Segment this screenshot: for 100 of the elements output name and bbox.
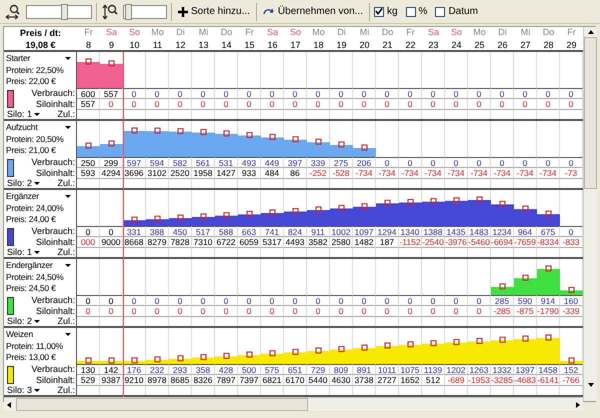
- date-label: 16: [267, 40, 278, 50]
- date-label: 11: [152, 40, 162, 50]
- consumption-value: 597: [126, 158, 142, 168]
- dropdown-arrow-icon[interactable]: [65, 195, 71, 198]
- scroll-left-icon[interactable]: [7, 402, 11, 408]
- consumption-value: 0: [224, 88, 228, 98]
- date-label: 25: [474, 40, 484, 50]
- consumption-value: 0: [86, 296, 90, 306]
- row-label: Zul.:: [57, 110, 75, 119]
- consumption-value: 428: [218, 364, 234, 374]
- consumption-value: 809: [334, 364, 348, 374]
- silo-content-value: 0: [408, 306, 412, 316]
- row-label: Zul.:: [57, 386, 75, 395]
- silo-content-value: 1482: [354, 237, 374, 247]
- consumption-value: 1202: [446, 364, 466, 374]
- copy-from-button[interactable]: Übernehmen von...: [260, 4, 365, 19]
- vertical-zoom-icon[interactable]: [101, 2, 119, 20]
- silo-content-value: 7897: [216, 375, 236, 385]
- protein-text: Protein: 20,50%: [6, 134, 64, 145]
- color-swatch[interactable]: [7, 228, 14, 246]
- consumption-value: 911: [311, 226, 325, 236]
- consumption-value: 1483: [470, 226, 488, 236]
- plus-icon: [178, 6, 188, 16]
- row-label: Zul.:: [57, 248, 75, 257]
- silo-dropdown[interactable]: Silo: 2: [7, 317, 44, 326]
- color-swatch[interactable]: [7, 297, 14, 315]
- silo-content-value: -339: [562, 306, 580, 316]
- consumption-value: 1011: [378, 364, 396, 374]
- consumption-value: 891: [356, 364, 372, 374]
- dropdown-arrow-icon[interactable]: [65, 264, 71, 268]
- consumption-value: 0: [546, 158, 550, 168]
- consumption-value: 594: [150, 158, 164, 168]
- silo-content-value: 0: [476, 99, 482, 109]
- silo-content-value: 0: [338, 306, 344, 316]
- silo-content-value: 0: [338, 99, 344, 109]
- silo-content-value: 0: [522, 99, 528, 109]
- option-checkbox[interactable]: %: [406, 6, 428, 17]
- consumption-value: 130: [80, 364, 96, 374]
- silo-content-value: -285: [493, 306, 510, 316]
- consumption-value: 0: [270, 88, 274, 98]
- silo-content-value: 187: [380, 237, 394, 247]
- silo-content-value: 3696: [124, 168, 144, 178]
- silo-content-value: 0: [224, 306, 228, 316]
- protein-text: Protein: 22,50%: [6, 64, 64, 76]
- weekday-label: Mo: [151, 27, 164, 37]
- silo-content-value: 0: [384, 99, 390, 109]
- vertical-scrollbar[interactable]: [583, 27, 597, 401]
- silo-dropdown[interactable]: Silo: 1: [7, 248, 44, 257]
- silo-content-value: 0: [316, 99, 320, 109]
- consumption-value: 339: [310, 158, 326, 168]
- option-checkbox[interactable]: kg: [374, 6, 398, 17]
- consumption-value: 1294: [378, 226, 396, 236]
- consumption-value: 388: [150, 226, 164, 236]
- feed-name: Starter: [6, 53, 30, 64]
- consumption-value: 1340: [400, 226, 420, 236]
- silo-dropdown[interactable]: Silo: 1: [7, 110, 44, 119]
- consumption-value: 590: [518, 296, 532, 306]
- date-label: 21: [382, 40, 392, 50]
- color-swatch[interactable]: [7, 90, 14, 108]
- horizontal-zoom-slider[interactable]: [26, 4, 92, 18]
- weekday-label: Fr: [567, 27, 576, 37]
- add-variety-button[interactable]: Sorte hinzu...: [176, 4, 252, 19]
- consumption-value: 0: [292, 296, 298, 306]
- silo-dropdown[interactable]: Silo: 3: [7, 386, 44, 395]
- silo-content-value: 7310: [194, 237, 212, 247]
- dropdown-arrow-icon[interactable]: [65, 333, 71, 336]
- color-swatch[interactable]: [7, 159, 14, 177]
- horizontal-scrollbar[interactable]: [4, 397, 583, 411]
- consumption-value: 358: [196, 364, 210, 374]
- silo-content-value: 0: [546, 99, 550, 109]
- consumption-value: 914: [540, 296, 556, 306]
- consumption-value: 0: [178, 88, 182, 98]
- dropdown-arrow-icon[interactable]: [65, 126, 71, 130]
- vertical-zoom-slider[interactable]: [123, 4, 167, 18]
- row-label: Verbrauch:: [31, 157, 75, 168]
- consumption-value: 0: [316, 88, 320, 98]
- consumption-value: 285: [494, 296, 510, 306]
- silo-content-value: 8326: [194, 375, 212, 385]
- option-checkbox[interactable]: Datum: [435, 6, 478, 17]
- horizontal-zoom-icon[interactable]: [4, 2, 22, 20]
- scroll-down-icon[interactable]: [588, 383, 594, 387]
- date-label: 18: [313, 40, 324, 50]
- silo-content-value: 3738: [354, 375, 374, 385]
- date-label: 29: [566, 40, 576, 50]
- price-text: Preis: 22,00 €: [6, 76, 57, 88]
- weekday-label: Mo: [312, 27, 325, 37]
- silo-dropdown[interactable]: Silo: 2: [7, 179, 44, 188]
- dropdown-arrow-icon[interactable]: [65, 57, 71, 60]
- row-label: Verbrauch:: [31, 295, 75, 306]
- price-label: Preis / dt:: [20, 28, 61, 38]
- date-label: 24: [451, 40, 462, 50]
- silo-content-value: 0: [454, 99, 458, 109]
- consumption-value: 0: [200, 296, 206, 306]
- price-text: Preis: 24,00 €: [6, 214, 57, 226]
- silo-content-value: -5460: [468, 237, 490, 247]
- weekday-label: Di: [498, 27, 507, 37]
- row-label: Zul.:: [57, 179, 75, 188]
- color-swatch[interactable]: [7, 366, 14, 384]
- feed-name: Weizen: [6, 329, 33, 340]
- row-label: Verbrauch:: [31, 88, 75, 99]
